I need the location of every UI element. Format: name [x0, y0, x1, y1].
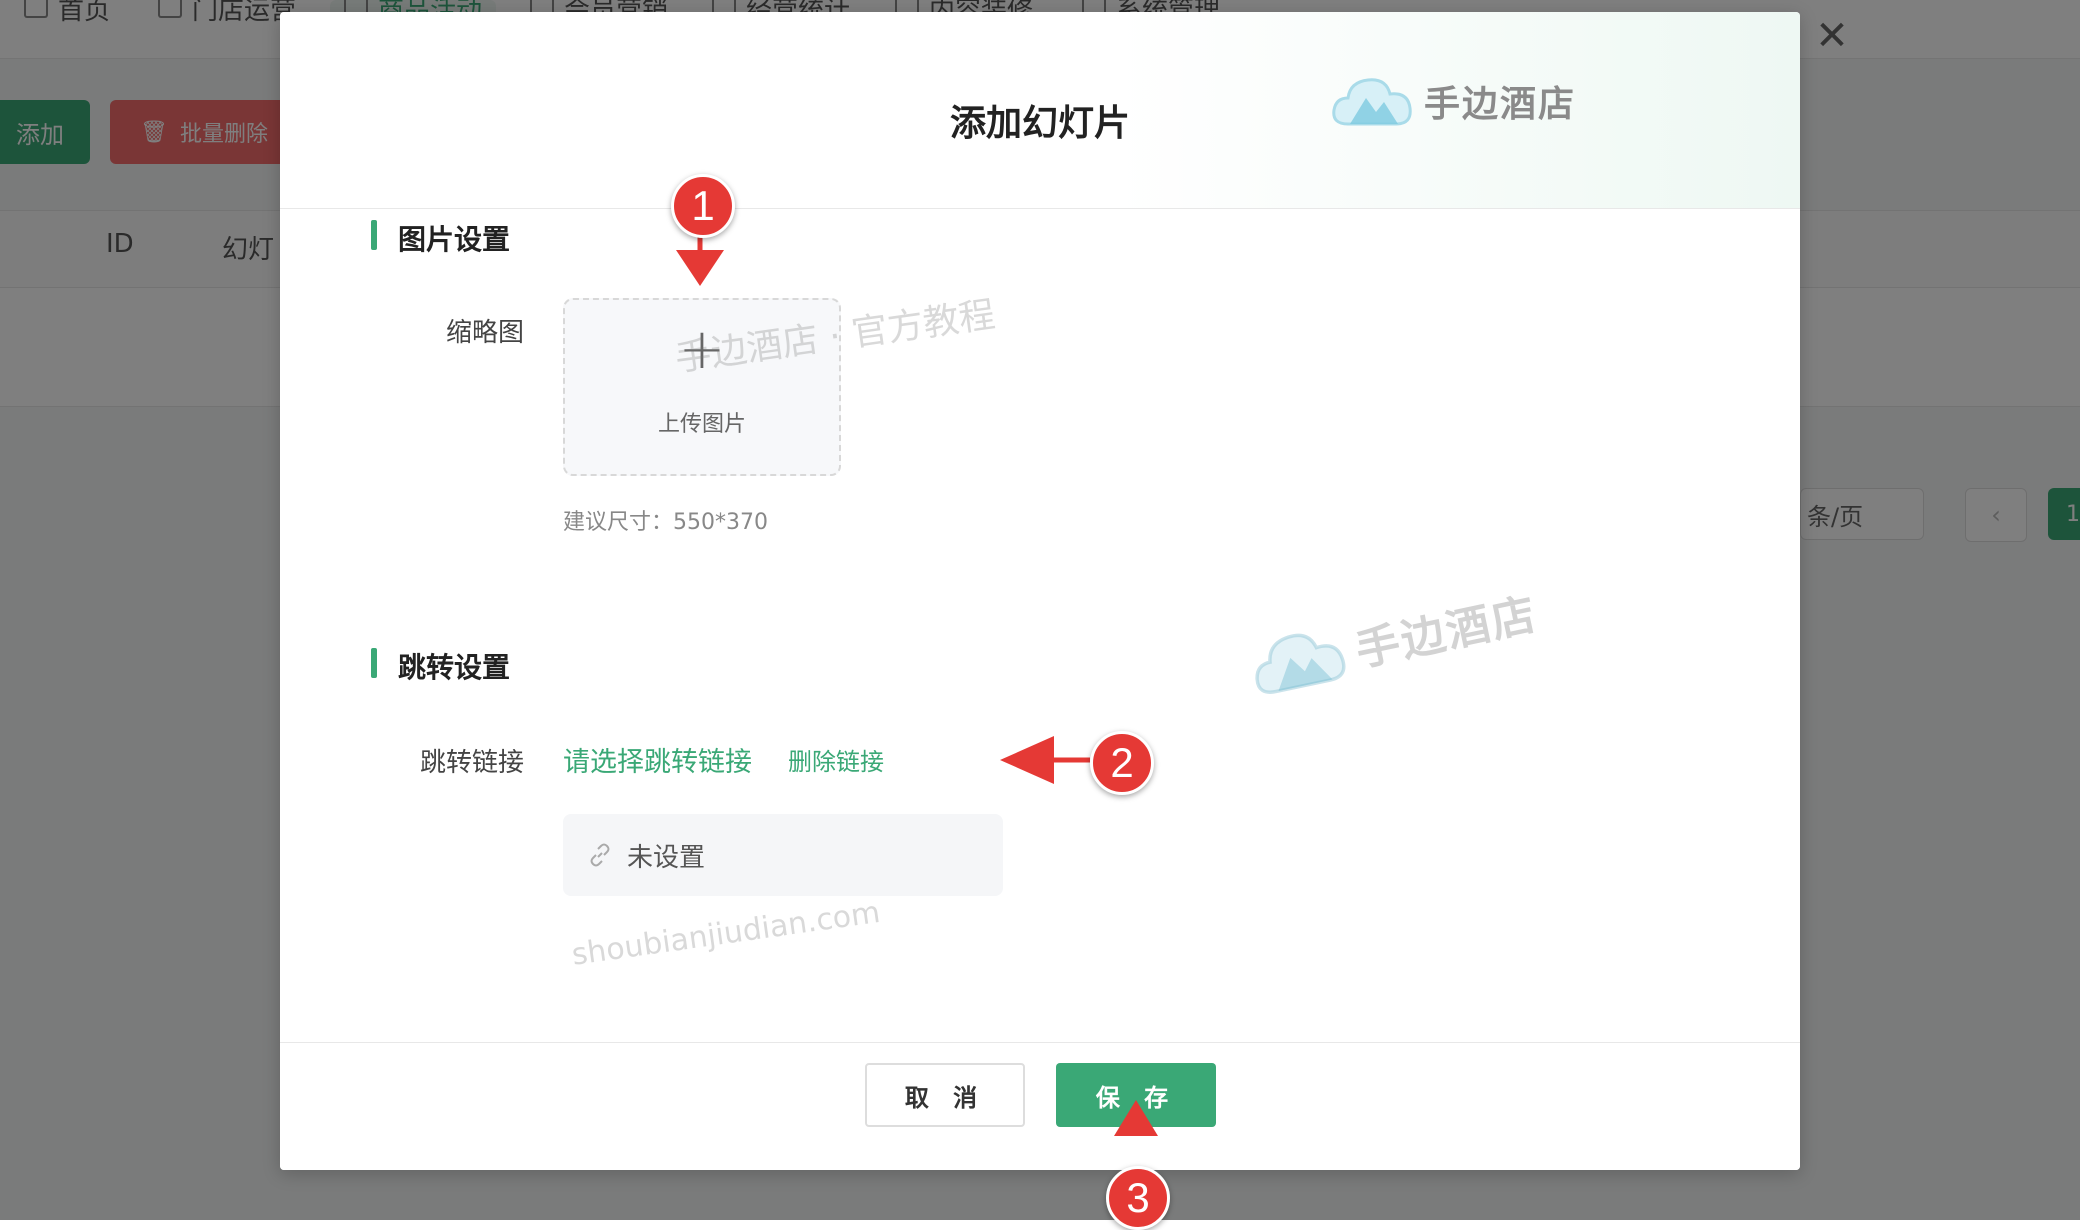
annotation-badge-1: 1 [671, 174, 735, 238]
annotation-badge-2: 2 [1090, 731, 1154, 795]
upload-text: 上传图片 [657, 412, 746, 437]
section-bar [371, 648, 377, 678]
link-label: 跳转链接 [419, 748, 524, 778]
watermark-domain: shoubianjiudian.com [569, 894, 883, 973]
cloud-logo-icon [1332, 78, 1412, 126]
jump-section-title: 跳转设置 [398, 651, 511, 684]
dialog-footer: 取 消 保 存 [280, 1042, 1800, 1170]
brand-name: 手边酒店 [1424, 84, 1577, 125]
delete-link-button[interactable]: 删除链接 [788, 742, 884, 777]
save-button[interactable]: 保 存 [1056, 1063, 1216, 1127]
link-value: 未设置 [627, 842, 706, 873]
plus-icon: + [678, 317, 726, 382]
cloud-logo-icon [1255, 633, 1346, 694]
dialog-header: 添加幻灯片 手边酒店 [280, 12, 1800, 209]
image-upload[interactable]: + 上传图片 [563, 298, 841, 476]
cancel-button[interactable]: 取 消 [865, 1063, 1025, 1127]
watermark-logo: 手边酒店 [1242, 572, 1543, 707]
thumbnail-label: 缩略图 [445, 318, 524, 348]
link-display-field: 未设置 [563, 814, 1003, 896]
watermark-brand: 手边酒店 [1351, 588, 1542, 677]
link-icon [590, 843, 610, 867]
close-icon[interactable]: ✕ [1812, 16, 1852, 56]
size-hint: 建议尺寸：550*370 [563, 510, 768, 535]
choose-link-button[interactable]: 请选择跳转链接 [563, 740, 752, 779]
annotation-badge-3: 3 [1106, 1166, 1170, 1230]
add-slide-dialog: 添加幻灯片 手边酒店 图片设置 缩略图 + 上传图片 建议尺寸：550*370 … [280, 12, 1800, 1170]
brand-logo: 手边酒店 [1330, 68, 1576, 134]
image-section-title: 图片设置 [398, 223, 511, 256]
section-bar [371, 220, 377, 250]
